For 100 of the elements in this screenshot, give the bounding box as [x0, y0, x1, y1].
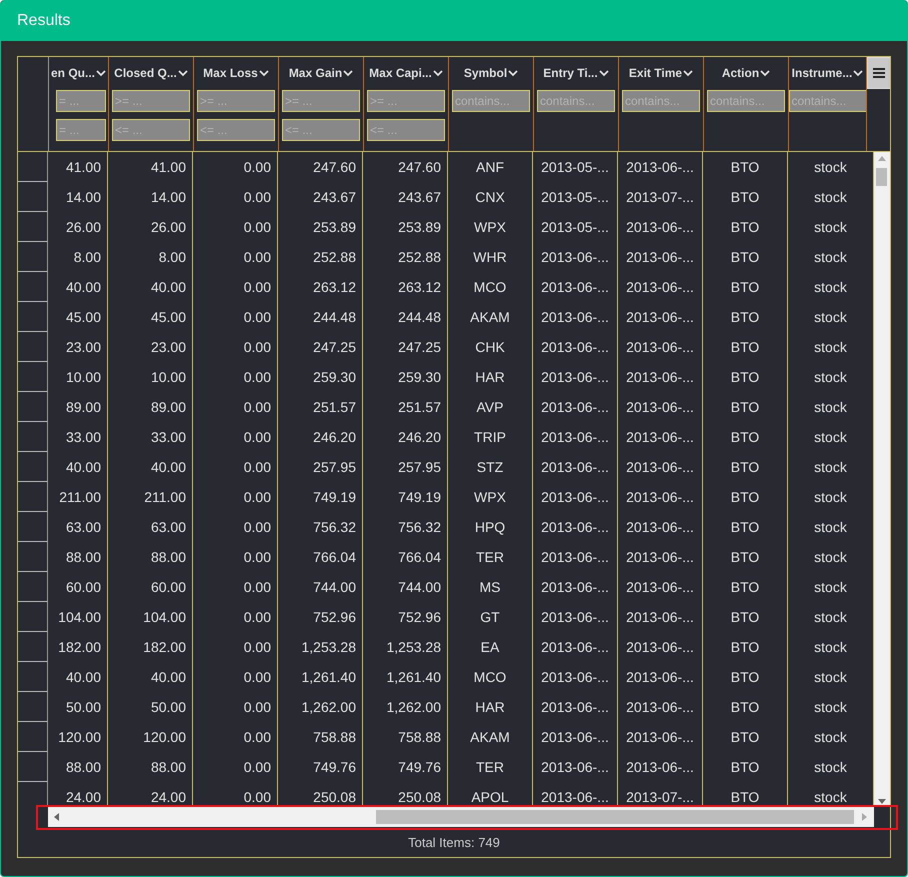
- column-header[interactable]: Instrume...: [792, 66, 852, 80]
- row-selector[interactable]: [18, 572, 48, 602]
- scroll-thumb[interactable]: [876, 168, 887, 186]
- filter-field[interactable]: <= ...: [367, 119, 445, 141]
- table-cell: 2013-06-...: [533, 512, 618, 542]
- filter-field[interactable]: = ...: [56, 119, 106, 141]
- table-cell: 0.00: [193, 632, 278, 662]
- column-header[interactable]: Max Loss: [203, 66, 258, 80]
- filter-field[interactable]: = ...: [56, 90, 106, 112]
- row-selector[interactable]: [18, 212, 48, 242]
- filter-field[interactable]: >= ...: [367, 90, 445, 112]
- row-selector[interactable]: [18, 302, 48, 332]
- table-cell: 0.00: [193, 452, 278, 482]
- filter-field[interactable]: >= ...: [197, 90, 275, 112]
- chevron-down-icon[interactable]: [598, 70, 609, 76]
- table-cell: HAR: [448, 362, 533, 392]
- row-selector[interactable]: [18, 392, 48, 422]
- chevron-down-icon[interactable]: [683, 70, 694, 76]
- table-cell: 2013-06-...: [533, 392, 618, 422]
- table-cell: 2013-06-...: [618, 512, 703, 542]
- table-cell: 756.32: [363, 512, 448, 542]
- chevron-down-icon[interactable]: [853, 70, 864, 76]
- filter-field[interactable]: <= ...: [197, 119, 275, 141]
- chevron-down-icon[interactable]: [96, 70, 106, 76]
- row-selector[interactable]: [18, 362, 48, 392]
- column-header[interactable]: Symbol: [464, 66, 508, 80]
- table-cell: 0.00: [193, 602, 278, 632]
- scroll-down-icon[interactable]: [878, 799, 886, 805]
- row-selector[interactable]: [18, 332, 48, 362]
- table-cell: 749.76: [278, 752, 363, 782]
- row-selector[interactable]: [18, 542, 48, 572]
- horizontal-scrollbar[interactable]: [48, 807, 874, 827]
- row-selector[interactable]: [18, 602, 48, 632]
- row-selector[interactable]: [18, 272, 48, 302]
- table-cell: 2013-06-...: [618, 692, 703, 722]
- row-selector[interactable]: [18, 152, 48, 182]
- row-selector[interactable]: [18, 452, 48, 482]
- table-cell: BTO: [703, 452, 788, 482]
- table-cell: 2013-06-...: [533, 572, 618, 602]
- filter-field[interactable]: >= ...: [112, 90, 190, 112]
- column-header[interactable]: Entry Ti...: [543, 66, 598, 80]
- chevron-down-icon[interactable]: [760, 70, 770, 76]
- filter-field[interactable]: <= ...: [112, 119, 190, 141]
- table-cell: 50.00: [48, 692, 108, 722]
- table-cell: 752.96: [363, 602, 448, 632]
- table-cell: 2013-06-...: [618, 302, 703, 332]
- column-header[interactable]: Max Gain: [288, 66, 342, 80]
- row-selector[interactable]: [18, 182, 48, 212]
- menu-button[interactable]: [867, 57, 890, 89]
- table-cell: 88.00: [108, 752, 193, 782]
- row-selector[interactable]: [18, 722, 48, 752]
- row-selector[interactable]: [18, 242, 48, 272]
- column-header[interactable]: Max Capi...: [369, 66, 432, 80]
- chevron-down-icon[interactable]: [343, 70, 354, 76]
- table-cell: HPQ: [448, 512, 533, 542]
- chevron-down-icon[interactable]: [432, 70, 443, 76]
- chevron-down-icon[interactable]: [508, 70, 518, 76]
- table-cell: 2013-06-...: [533, 722, 618, 752]
- column-header[interactable]: Exit Time: [628, 66, 682, 80]
- table-cell: 89.00: [48, 392, 108, 422]
- table-cell: 40.00: [48, 272, 108, 302]
- row-selector[interactable]: [18, 692, 48, 722]
- filter-field[interactable]: <= ...: [282, 119, 360, 141]
- table-cell: 2013-06-...: [618, 482, 703, 512]
- table-cell: 744.00: [278, 572, 363, 602]
- column-header[interactable]: Closed Q...: [114, 66, 177, 80]
- table-cell: 0.00: [193, 752, 278, 782]
- column-header[interactable]: en Qu...: [50, 66, 95, 80]
- scroll-thumb[interactable]: [376, 810, 854, 824]
- table-cell: 2013-06-...: [618, 242, 703, 272]
- table-cell: 0.00: [193, 392, 278, 422]
- table-cell: 2013-06-...: [618, 422, 703, 452]
- table-cell: 244.48: [278, 302, 363, 332]
- vertical-scrollbar[interactable]: [874, 152, 890, 807]
- table-cell: 2013-07-...: [618, 182, 703, 212]
- row-selector[interactable]: [18, 752, 48, 782]
- table-cell: 0.00: [193, 482, 278, 512]
- table-cell: TER: [448, 542, 533, 572]
- table-cell: 2013-06-...: [618, 272, 703, 302]
- row-selector[interactable]: [18, 422, 48, 452]
- chevron-down-icon[interactable]: [178, 70, 188, 76]
- table-cell: BTO: [703, 512, 788, 542]
- table-cell: 247.60: [363, 152, 448, 182]
- filter-field[interactable]: >= ...: [282, 90, 360, 112]
- row-selector[interactable]: [18, 662, 48, 692]
- row-selector[interactable]: [18, 482, 48, 512]
- column-header[interactable]: Action: [722, 66, 760, 80]
- row-selector[interactable]: [18, 632, 48, 662]
- row-selector[interactable]: [18, 512, 48, 542]
- table-cell: 1,253.28: [278, 632, 363, 662]
- table-cell: 2013-06-...: [618, 212, 703, 242]
- table-cell: WPX: [448, 482, 533, 512]
- table-cell: BTO: [703, 692, 788, 722]
- table-cell: 63.00: [48, 512, 108, 542]
- chevron-down-icon[interactable]: [258, 70, 269, 76]
- table-cell: AKAM: [448, 302, 533, 332]
- table-cell: 244.48: [363, 302, 448, 332]
- scroll-left-icon[interactable]: [54, 813, 60, 821]
- table-cell: 257.95: [363, 452, 448, 482]
- table-cell: 26.00: [48, 212, 108, 242]
